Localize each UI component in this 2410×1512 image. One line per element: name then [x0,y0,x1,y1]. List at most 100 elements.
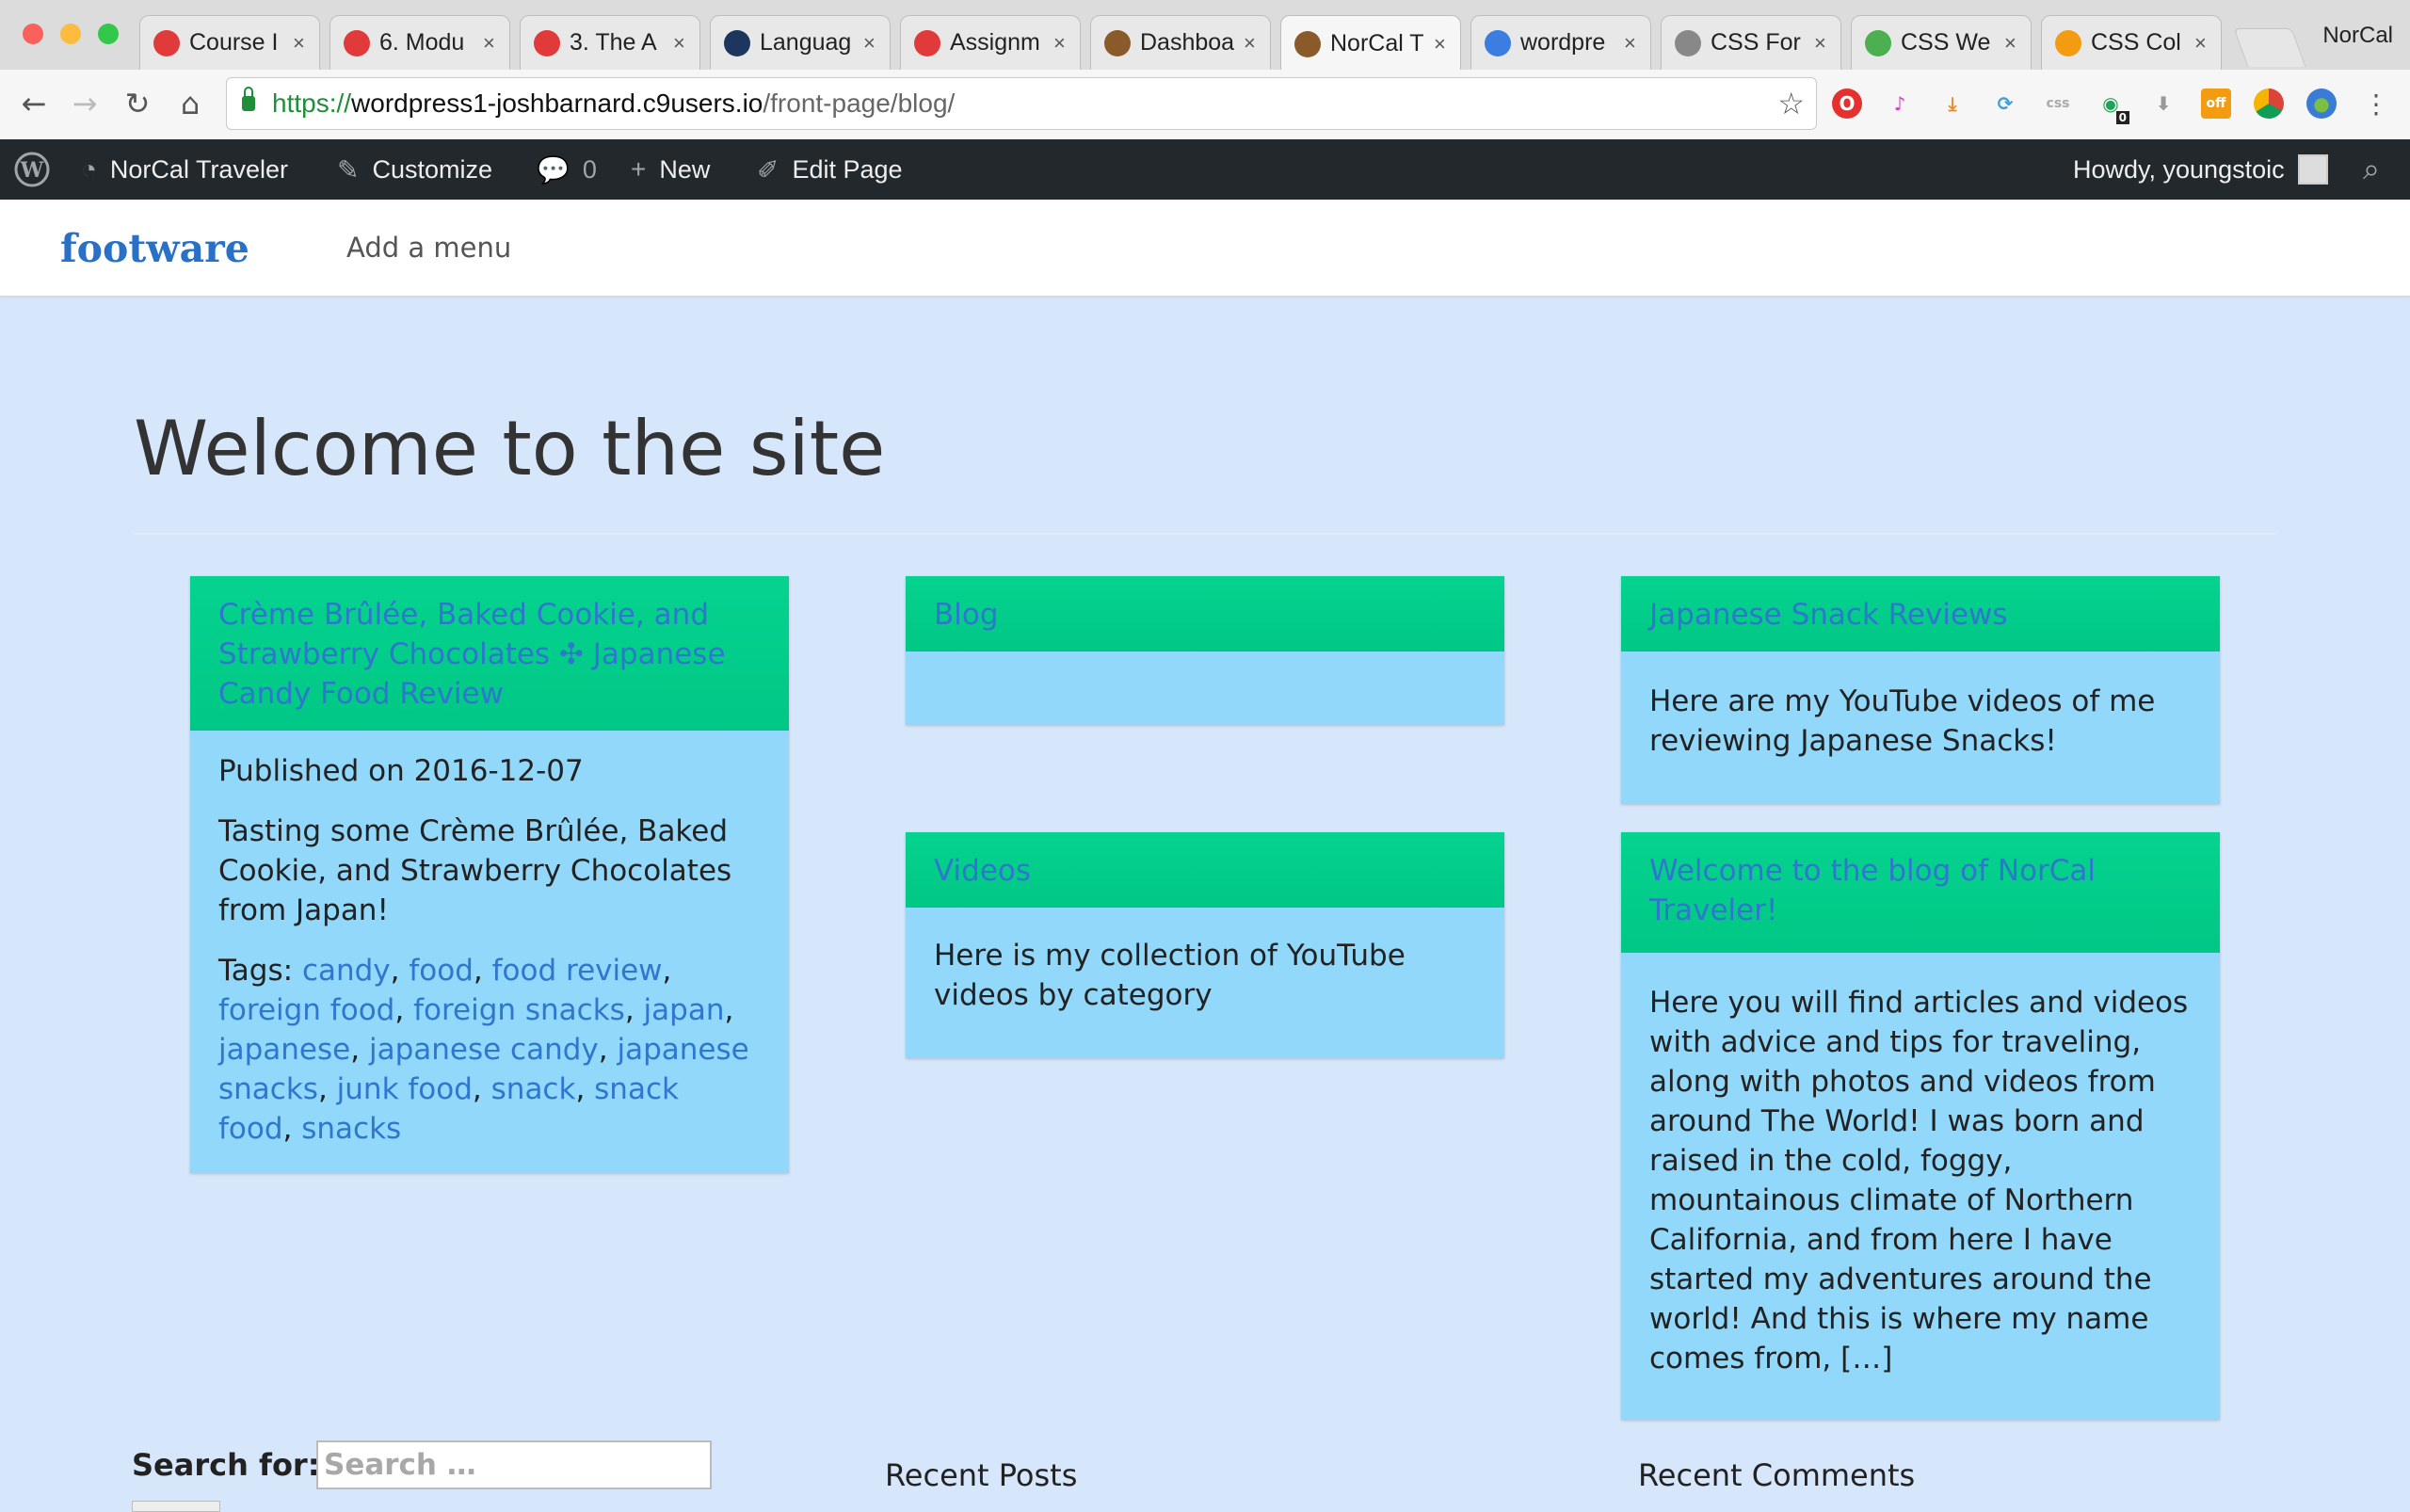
profile-name[interactable]: NorCal [2322,23,2393,49]
browser-tab[interactable]: Languag × [710,15,891,70]
wordpress-logo-icon[interactable]: W [13,139,51,200]
menu-kebab-icon[interactable]: ⋮ [2357,85,2395,122]
tag-link[interactable]: foreign snacks [413,993,625,1027]
close-tab-icon[interactable]: × [673,31,690,56]
address-bar[interactable]: https://wordpress1-joshbarnard.c9users.i… [226,77,1817,130]
close-tab-icon[interactable]: × [1434,32,1451,56]
maximize-window-button[interactable] [98,24,119,44]
recent-comments-heading: Recent Comments [1638,1457,1916,1493]
close-tab-icon[interactable]: × [1053,31,1070,56]
browser-tab-strip: Course I × 6. Modu × 3. The A × Languag × Assign… [0,0,2410,72]
admin-customize[interactable]: ✎ Customize [337,139,492,200]
avatar [2297,154,2328,185]
site-header: footware Add a menu [0,200,2410,297]
admin-account[interactable]: Howdy, youngstoic [2073,139,2328,200]
cloud9-icon [1485,29,1511,56]
browser-tab[interactable]: 3. The A × [520,15,700,70]
tracker-icon[interactable]: ◉ 0 [2096,88,2129,124]
reload-icon[interactable]: ↻ [119,85,156,122]
post-card: Crème Brûlée, Baked Cookie, and Strawber… [190,576,789,1173]
browser-tab-label: 6. Modu [379,29,465,56]
url-path: /front-page/blog/ [763,88,956,118]
plus-icon: + [631,154,647,184]
close-tab-icon[interactable]: × [1814,31,1831,56]
browser-tab[interactable]: Assignm × [900,15,1081,70]
browser-tab[interactable]: CSS Col × [2041,15,2222,70]
browser-tab-label: CSS We [1901,29,1991,56]
new-tab-button[interactable] [2233,28,2306,67]
browser-tab[interactable]: NorCal T × [1280,15,1461,72]
close-tab-icon[interactable]: × [293,31,310,56]
opera-icon[interactable]: O [1832,88,1862,119]
welcome-card-title[interactable]: Welcome to the blog of NorCal Traveler! [1621,832,2220,953]
css-icon[interactable]: css [2043,88,2073,119]
pocket-icon[interactable]: ♪ [1885,88,1915,119]
browser-toolbar: ← → ↻ ⌂ https://wordpress1-joshbarnard.c… [0,70,2410,140]
videos-card-title[interactable]: Videos [906,832,1504,908]
post-card-title[interactable]: Crème Brûlée, Baked Cookie, and Strawber… [190,576,789,731]
tag-link[interactable]: japanese candy [369,1033,599,1067]
videos-card: Videos Here is my collection of YouTube … [906,832,1504,1058]
dashboard-icon: ◔ [81,154,97,184]
w3-icon [1865,29,1891,56]
site-name-label: NorCal Traveler [109,154,288,184]
minimize-window-button[interactable] [60,24,81,44]
extension-badge: 0 [2115,111,2129,124]
admin-search-icon[interactable]: ⌕ [2363,139,2380,200]
admin-new[interactable]: + New [631,139,710,200]
browser-tab[interactable]: 6. Modu × [329,15,510,70]
pencil-icon: ✐ [757,154,779,185]
close-tab-icon[interactable]: × [483,31,500,56]
admin-site-name[interactable]: ◔ NorCal Traveler [81,139,288,200]
add-menu-link[interactable]: Add a menu [346,232,511,264]
site-logo[interactable]: footware [60,226,249,271]
browser-tab-label: NorCal T [1330,30,1424,56]
less-icon [724,29,750,56]
home-icon[interactable]: ⌂ [171,85,209,122]
blog-card-title[interactable]: Blog [906,576,1504,651]
post-tags: Tags: candy, food, food review, foreign … [218,954,749,1146]
new-label: New [659,154,711,184]
bookmark-star-icon[interactable]: ☆ [1777,86,1805,121]
close-tab-icon[interactable]: × [1244,31,1261,56]
admin-comments[interactable]: 💬 0 [537,139,597,200]
close-tab-icon[interactable]: × [2004,31,2021,56]
browser-tab[interactable]: Course I × [139,15,320,70]
globe-icon[interactable]: ● [2306,88,2337,119]
download-icon[interactable]: ⤓ [1937,88,1968,119]
browser-tab-label: Assignm [950,29,1040,56]
sync-icon[interactable]: ⟳ [1990,88,2020,119]
tag-link[interactable]: food [409,954,474,988]
gear-red-icon [534,29,560,56]
browser-tab[interactable]: wordpre × [1470,15,1651,70]
svg-text:W: W [20,158,44,183]
gear-red-icon [914,29,940,56]
forward-icon[interactable]: → [66,85,104,122]
off-icon[interactable]: off [2201,88,2231,119]
tag-link[interactable]: candy [302,954,391,988]
browser-tab[interactable]: CSS We × [1851,15,2032,70]
back-icon[interactable]: ← [15,85,53,122]
tag-link[interactable]: snacks [301,1112,401,1146]
close-tab-icon[interactable]: × [863,31,880,56]
browser-tab[interactable]: CSS For × [1661,15,1841,70]
close-window-button[interactable] [23,24,43,44]
search-submit-button[interactable] [132,1501,220,1512]
snacks-card-title[interactable]: Japanese Snack Reviews [1621,576,2220,651]
tag-link[interactable]: junk food [337,1072,473,1106]
tag-link[interactable]: foreign food [218,993,394,1027]
close-tab-icon[interactable]: × [1624,31,1641,56]
document-icon [1675,29,1701,56]
snacks-card-text: Here are my YouTube videos of me reviewi… [1649,684,2156,758]
tag-link[interactable]: snack [491,1072,576,1106]
tag-link[interactable]: japan [644,993,725,1027]
close-tab-icon[interactable]: × [2194,31,2211,56]
admin-edit-page[interactable]: ✐ Edit Page [757,139,903,200]
arrow-down-icon[interactable]: ⬇ [2148,88,2178,119]
tag-link[interactable]: japanese [218,1033,350,1067]
welcome-card-body: Here you will find articles and videos w… [1621,953,2220,1420]
tag-link[interactable]: food review [492,954,663,988]
chrome-icon[interactable] [2254,88,2284,119]
browser-tab[interactable]: Dashboa × [1090,15,1271,70]
search-input[interactable] [316,1440,712,1489]
